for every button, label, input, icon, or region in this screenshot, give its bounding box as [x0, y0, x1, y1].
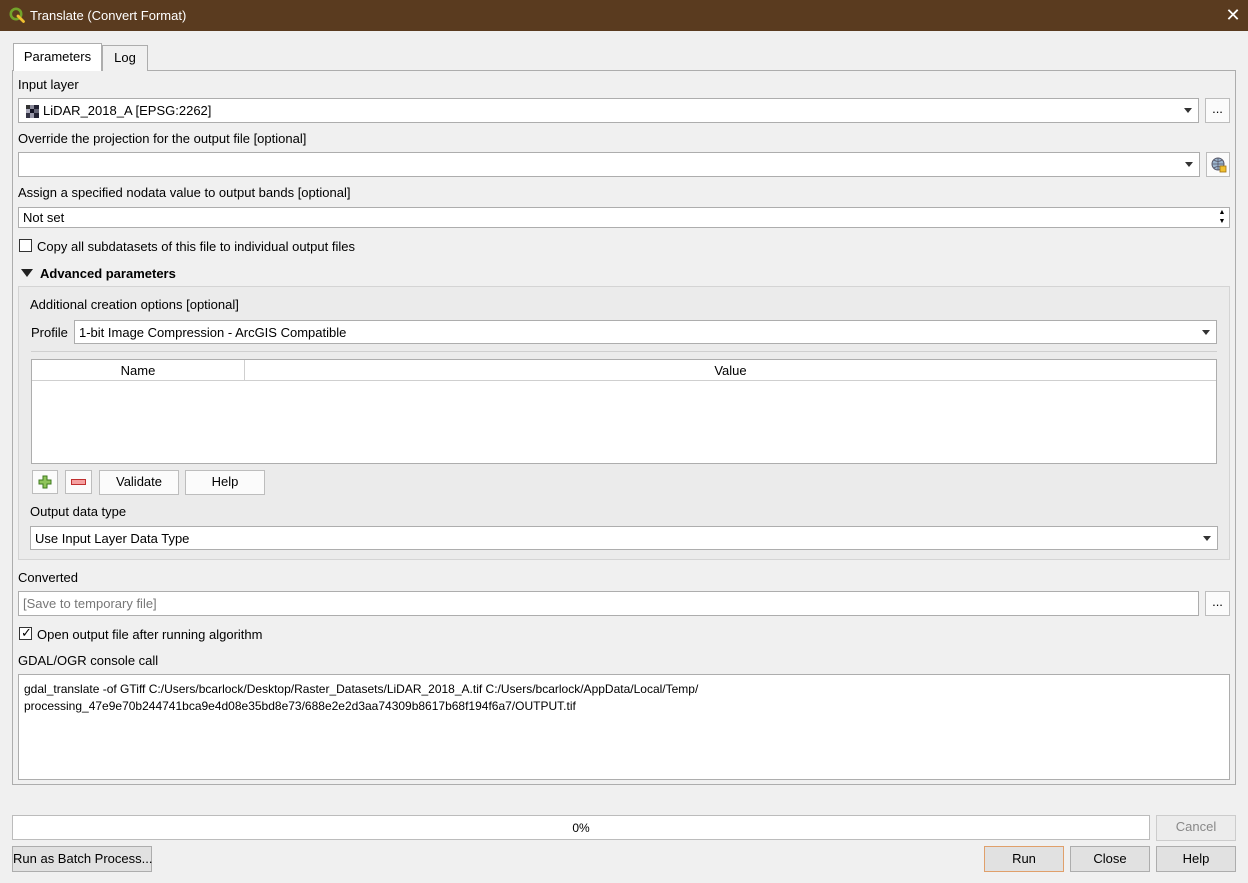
qgis-logo-icon — [9, 7, 25, 23]
nodata-spinbox[interactable]: Not set ▲ ▼ — [18, 207, 1230, 228]
progress-bar: 0% — [12, 815, 1150, 840]
converted-placeholder: [Save to temporary file] — [23, 596, 157, 611]
projection-select-button[interactable] — [1206, 152, 1230, 177]
crs-globe-icon — [1211, 157, 1227, 173]
add-option-button[interactable] — [32, 470, 58, 494]
column-header-value[interactable]: Value — [245, 360, 1216, 381]
console-label: GDAL/OGR console call — [18, 653, 159, 668]
profile-combo[interactable]: 1-bit Image Compression - ArcGIS Compati… — [74, 320, 1217, 344]
column-header-name[interactable]: Name — [32, 360, 245, 381]
close-button[interactable]: Close — [1070, 846, 1150, 872]
console-line-2: processing_47e9e70b244741bca9e4d08e35bd8… — [24, 699, 576, 713]
tab-log[interactable]: Log — [102, 45, 148, 71]
raster-layer-icon — [26, 105, 39, 118]
tab-parameters[interactable]: Parameters — [13, 43, 102, 71]
converted-browse-button[interactable]: ... — [1205, 591, 1230, 616]
plus-icon — [38, 475, 52, 489]
chevron-down-icon — [1185, 162, 1193, 167]
close-window-icon[interactable]: ✕ — [1224, 5, 1242, 25]
batch-process-button[interactable]: Run as Batch Process... — [12, 846, 152, 872]
run-button[interactable]: Run — [984, 846, 1064, 872]
output-type-label: Output data type — [30, 504, 127, 519]
nodata-label: Assign a specified nodata value to outpu… — [18, 185, 351, 200]
collapse-triangle-icon[interactable] — [21, 269, 33, 277]
projection-combo[interactable] — [18, 152, 1200, 177]
creation-help-button[interactable]: Help — [185, 470, 265, 495]
remove-option-button[interactable] — [65, 470, 92, 494]
input-layer-combo[interactable]: LiDAR_2018_A [EPSG:2262] — [18, 98, 1199, 123]
subdatasets-label: Copy all subdatasets of this file to ind… — [37, 239, 355, 254]
window-title: Translate (Convert Format) — [30, 8, 187, 23]
converted-label: Converted — [18, 570, 78, 585]
chevron-down-icon — [1184, 108, 1192, 113]
converted-output-field[interactable]: [Save to temporary file] — [18, 591, 1199, 616]
chevron-down-icon — [1203, 536, 1211, 541]
console-line-1: gdal_translate -of GTiff C:/Users/bcarlo… — [24, 682, 699, 696]
open-output-label: Open output file after running algorithm — [37, 627, 263, 642]
spin-down-icon[interactable]: ▼ — [1217, 218, 1227, 226]
creation-options-table[interactable]: Name Value — [31, 359, 1217, 464]
chevron-down-icon — [1202, 330, 1210, 335]
divider — [31, 351, 1217, 352]
input-layer-browse-button[interactable]: ... — [1205, 98, 1230, 123]
spin-up-icon[interactable]: ▲ — [1217, 209, 1227, 217]
input-layer-label: Input layer — [18, 77, 79, 92]
advanced-parameters-header[interactable]: Advanced parameters — [40, 266, 176, 281]
minus-icon — [71, 479, 86, 485]
creation-options-label: Additional creation options [optional] — [30, 297, 239, 312]
projection-label: Override the projection for the output f… — [18, 131, 307, 146]
profile-label: Profile — [31, 325, 68, 340]
output-type-combo[interactable]: Use Input Layer Data Type — [30, 526, 1218, 550]
profile-value: 1-bit Image Compression - ArcGIS Compati… — [79, 325, 347, 340]
input-layer-value: LiDAR_2018_A [EPSG:2262] — [43, 103, 212, 118]
validate-button[interactable]: Validate — [99, 470, 179, 495]
output-type-value: Use Input Layer Data Type — [35, 531, 190, 546]
help-button[interactable]: Help — [1156, 846, 1236, 872]
cancel-button[interactable]: Cancel — [1156, 815, 1236, 841]
console-call-textbox[interactable]: gdal_translate -of GTiff C:/Users/bcarlo… — [18, 674, 1230, 780]
title-bar: Translate (Convert Format) ✕ — [0, 0, 1248, 31]
progress-text: 0% — [572, 821, 590, 835]
subdatasets-checkbox[interactable] — [19, 239, 32, 252]
nodata-value: Not set — [23, 210, 65, 225]
open-output-checkbox[interactable] — [19, 625, 32, 641]
